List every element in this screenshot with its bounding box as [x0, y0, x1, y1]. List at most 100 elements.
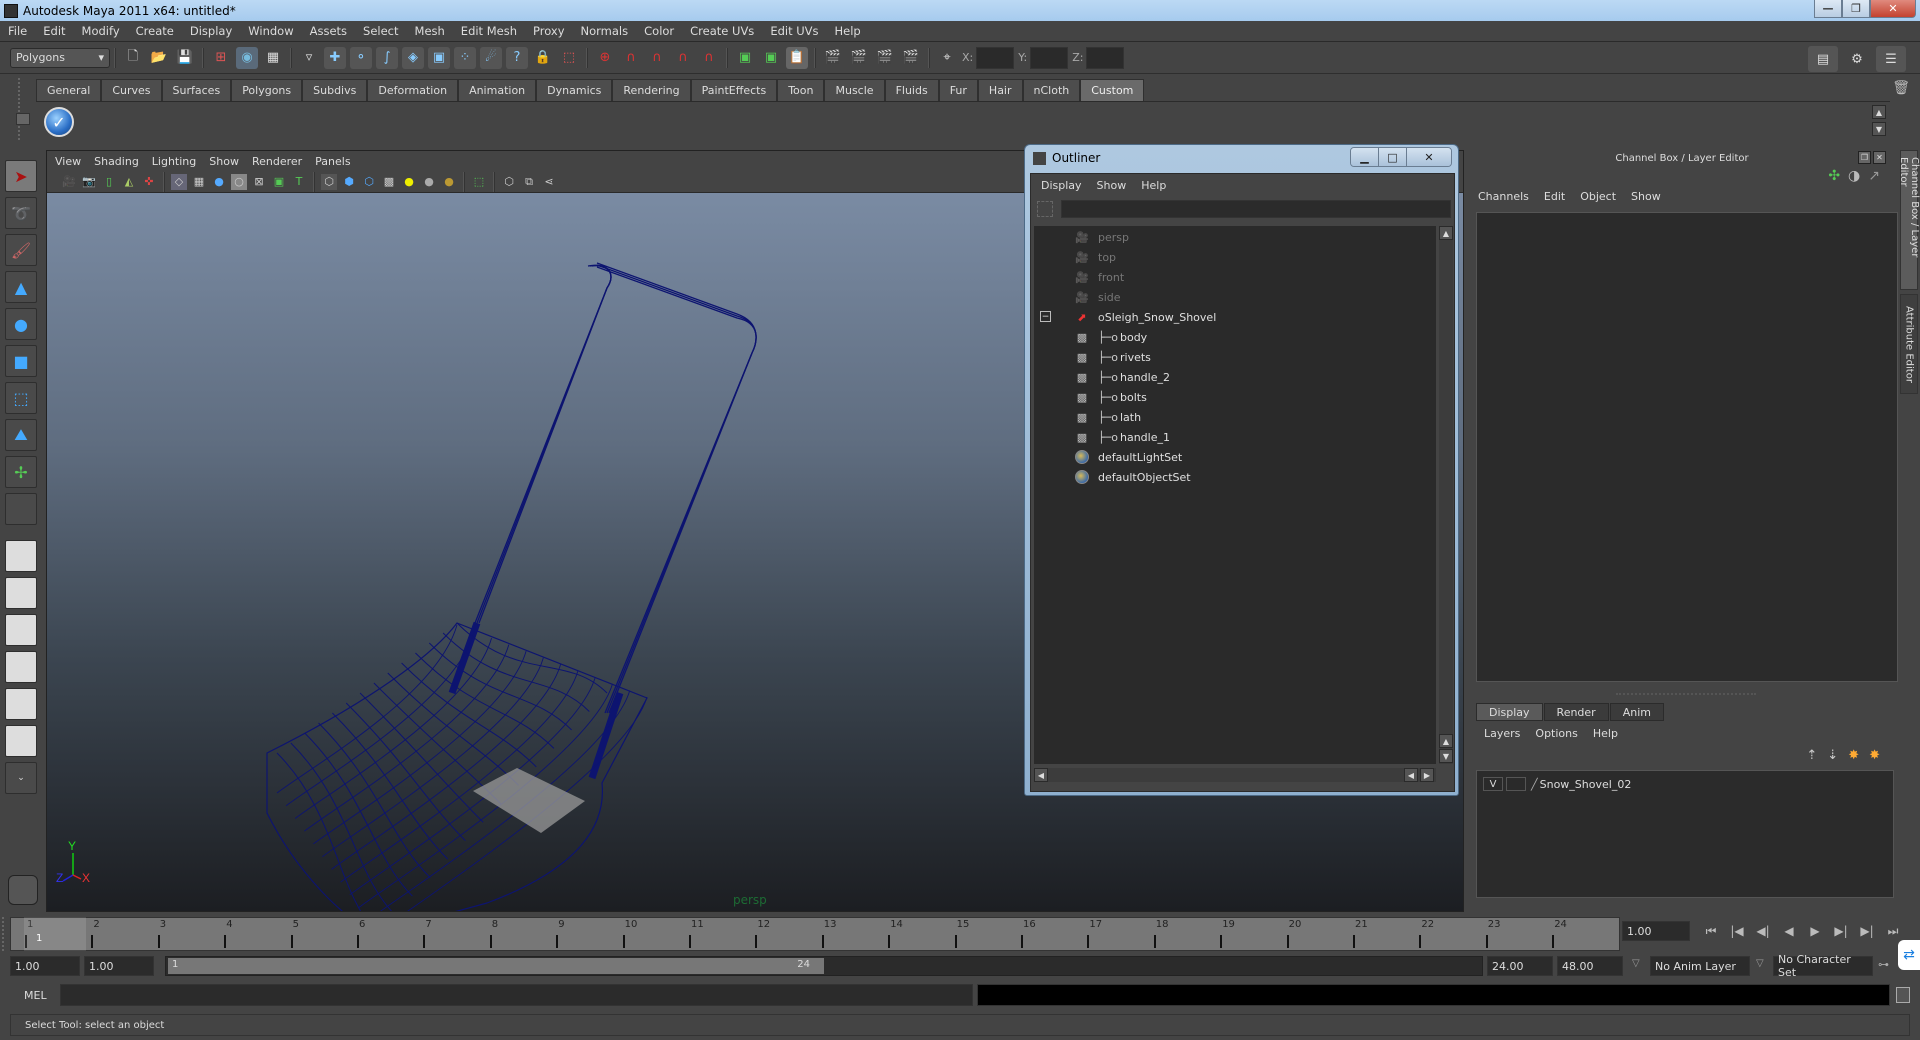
- anim-layer-dropdown[interactable]: No Anim Layer: [1650, 956, 1750, 976]
- outliner-item[interactable]: ▩ ├─o bolts: [1074, 388, 1147, 406]
- select-handles-icon[interactable]: ✚: [324, 46, 346, 69]
- move-tool[interactable]: ▲: [5, 271, 37, 303]
- outliner-item[interactable]: ⬈ o Sleigh_Snow_Shovel: [1074, 308, 1216, 326]
- bookmarks-icon[interactable]: ▯: [101, 174, 117, 190]
- outliner-titlebar[interactable]: Outliner ▁ □ ✕: [1025, 145, 1458, 171]
- channel-menu-edit[interactable]: Edit: [1544, 190, 1565, 203]
- layer-display-type-toggle[interactable]: [1506, 777, 1526, 791]
- select-hierarchy-icon[interactable]: ⊞: [210, 47, 232, 69]
- filter-icon[interactable]: ▿: [298, 47, 320, 69]
- menu-select[interactable]: Select: [355, 24, 406, 38]
- scroll-left-button[interactable]: ◀: [1404, 768, 1418, 782]
- field-chart-icon[interactable]: ⊠: [251, 174, 267, 190]
- outliner-item[interactable]: ▩ ├─o handle_2: [1074, 368, 1170, 386]
- outliner-item[interactable]: 🎥 persp: [1074, 228, 1129, 246]
- play-forwards-button[interactable]: ▶: [1802, 921, 1828, 941]
- channel-menu-channels[interactable]: Channels: [1478, 190, 1529, 203]
- shelf-grip[interactable]: [18, 78, 30, 140]
- shelf-tab-subdivs[interactable]: Subdivs: [302, 79, 368, 101]
- menu-set-dropdown[interactable]: Polygons ▾: [10, 47, 110, 68]
- viewport-menu-view[interactable]: View: [55, 155, 90, 168]
- go-to-end-button[interactable]: ⏭: [1880, 921, 1906, 941]
- outliner-item[interactable]: 🎥 top: [1074, 248, 1116, 266]
- select-curves-icon[interactable]: ∫: [376, 46, 398, 69]
- outliner-filter-input[interactable]: [1061, 200, 1451, 218]
- select-component-icon[interactable]: ▦: [262, 47, 284, 69]
- outliner-menu-display[interactable]: Display: [1041, 179, 1082, 192]
- outliner-minimize-button[interactable]: ▁: [1351, 148, 1379, 166]
- select-joints-icon[interactable]: ⚬: [350, 46, 372, 69]
- menu-normals[interactable]: Normals: [573, 24, 637, 38]
- render-current-frame-icon[interactable]: 🎬: [848, 47, 870, 69]
- create-empty-layer-icon[interactable]: ✸: [1848, 748, 1859, 763]
- shelf-tab-fur[interactable]: Fur: [938, 79, 978, 101]
- menu-modify[interactable]: Modify: [74, 24, 128, 38]
- transform-mode-icon[interactable]: ⌖: [936, 47, 958, 69]
- snap-view-plane-icon[interactable]: ∩: [672, 47, 694, 69]
- outliner-item[interactable]: defaultLightSet: [1074, 448, 1182, 466]
- range-slider-handle[interactable]: 1 24: [168, 958, 824, 974]
- menu-edit-mesh[interactable]: Edit Mesh: [453, 24, 525, 38]
- pane-splitter[interactable]: [1616, 693, 1756, 695]
- speed-icon[interactable]: ◑: [1848, 168, 1860, 184]
- layer-color-swatch[interactable]: ╱: [1531, 778, 1538, 791]
- timeslider-grip[interactable]: [2, 917, 8, 951]
- float-panel-icon[interactable]: ❐: [1858, 151, 1871, 164]
- output-ops-icon[interactable]: ▣: [760, 47, 782, 69]
- playback-end-field[interactable]: 24.00: [1487, 956, 1553, 976]
- soft-modification-tool[interactable]: ⛰: [5, 419, 37, 451]
- layer-row[interactable]: V ╱ Snow_Shovel_02: [1483, 773, 1631, 795]
- shelf-scroll-down[interactable]: ▼: [1872, 122, 1886, 136]
- construction-history-icon[interactable]: 📋: [786, 46, 808, 69]
- snap-curve-icon[interactable]: ∩: [620, 47, 642, 69]
- 2d-pan-zoom-icon[interactable]: ✜: [141, 174, 157, 190]
- manipulator-axis-icon[interactable]: ✣: [1828, 168, 1840, 184]
- outliner-vertical-scrollbar[interactable]: ▲ ▲ ▼: [1439, 226, 1453, 764]
- menu-proxy[interactable]: Proxy: [525, 24, 573, 38]
- go-to-start-button[interactable]: ⏮: [1698, 921, 1724, 941]
- image-plane-icon[interactable]: ◭: [121, 174, 137, 190]
- rotate-tool[interactable]: ●: [5, 308, 37, 340]
- layer-tab-display[interactable]: Display: [1476, 703, 1543, 721]
- select-object-icon[interactable]: ◉: [236, 46, 258, 69]
- shelf-tab-animation[interactable]: Animation: [458, 79, 537, 101]
- open-scene-icon[interactable]: 📂: [148, 47, 170, 69]
- new-scene-icon[interactable]: 🗋: [122, 47, 144, 69]
- filter-select-icon[interactable]: [1037, 201, 1053, 217]
- chevron-down-icon[interactable]: ▽: [1632, 958, 1640, 969]
- menu-create[interactable]: Create: [128, 24, 182, 38]
- outliner-horizontal-scrollbar[interactable]: ◀ ◀ ▶: [1034, 768, 1436, 782]
- viewport-menu-shading[interactable]: Shading: [94, 155, 148, 168]
- close-panel-icon[interactable]: ✕: [1873, 151, 1886, 164]
- outliner-menu-help[interactable]: Help: [1141, 179, 1166, 192]
- select-deformations-icon[interactable]: ▣: [428, 46, 450, 69]
- character-set-dropdown[interactable]: No Character Set: [1773, 953, 1873, 979]
- slider-arrow-icon[interactable]: ↗: [1868, 168, 1880, 184]
- channel-list[interactable]: [1476, 212, 1898, 682]
- camera-attributes-icon[interactable]: 📷: [81, 174, 97, 190]
- single-perspective-layout[interactable]: [5, 540, 37, 572]
- xray-icon[interactable]: ⬡: [501, 174, 517, 190]
- wireframe-on-shaded-icon[interactable]: ⬡: [361, 174, 377, 190]
- snap-grid-icon[interactable]: ⊕: [594, 47, 616, 69]
- tab-channel-box[interactable]: Channel Box / Layer Editor: [1898, 150, 1920, 290]
- outliner-menu-show[interactable]: Show: [1097, 179, 1127, 192]
- shelf-tab-custom[interactable]: Custom: [1080, 79, 1145, 101]
- xray-joints-icon[interactable]: ⧉: [521, 174, 537, 190]
- menu-file[interactable]: File: [0, 24, 35, 38]
- layer-visibility-toggle[interactable]: V: [1483, 777, 1503, 791]
- menu-window[interactable]: Window: [240, 24, 301, 38]
- x-field[interactable]: [976, 46, 1015, 69]
- current-frame-marker[interactable]: [24, 917, 86, 951]
- shelf-tab-polygons[interactable]: Polygons: [231, 79, 303, 101]
- outliner-item[interactable]: 🎥 front: [1074, 268, 1124, 286]
- auto-key-icon[interactable]: ⊶: [1878, 958, 1889, 971]
- shelf-tab-deformation[interactable]: Deformation: [367, 79, 459, 101]
- close-button[interactable]: ✕: [1870, 0, 1916, 18]
- playback-start-field[interactable]: 1.00: [84, 956, 154, 976]
- attribute-editor-toggle-icon[interactable]: ▤: [1808, 46, 1838, 72]
- viewport-menu-panels[interactable]: Panels: [315, 155, 359, 168]
- anim-end-field[interactable]: 48.00: [1557, 956, 1623, 976]
- shelf-tab-painteffects[interactable]: PaintEffects: [690, 79, 778, 101]
- maximize-button[interactable]: ❐: [1842, 0, 1870, 18]
